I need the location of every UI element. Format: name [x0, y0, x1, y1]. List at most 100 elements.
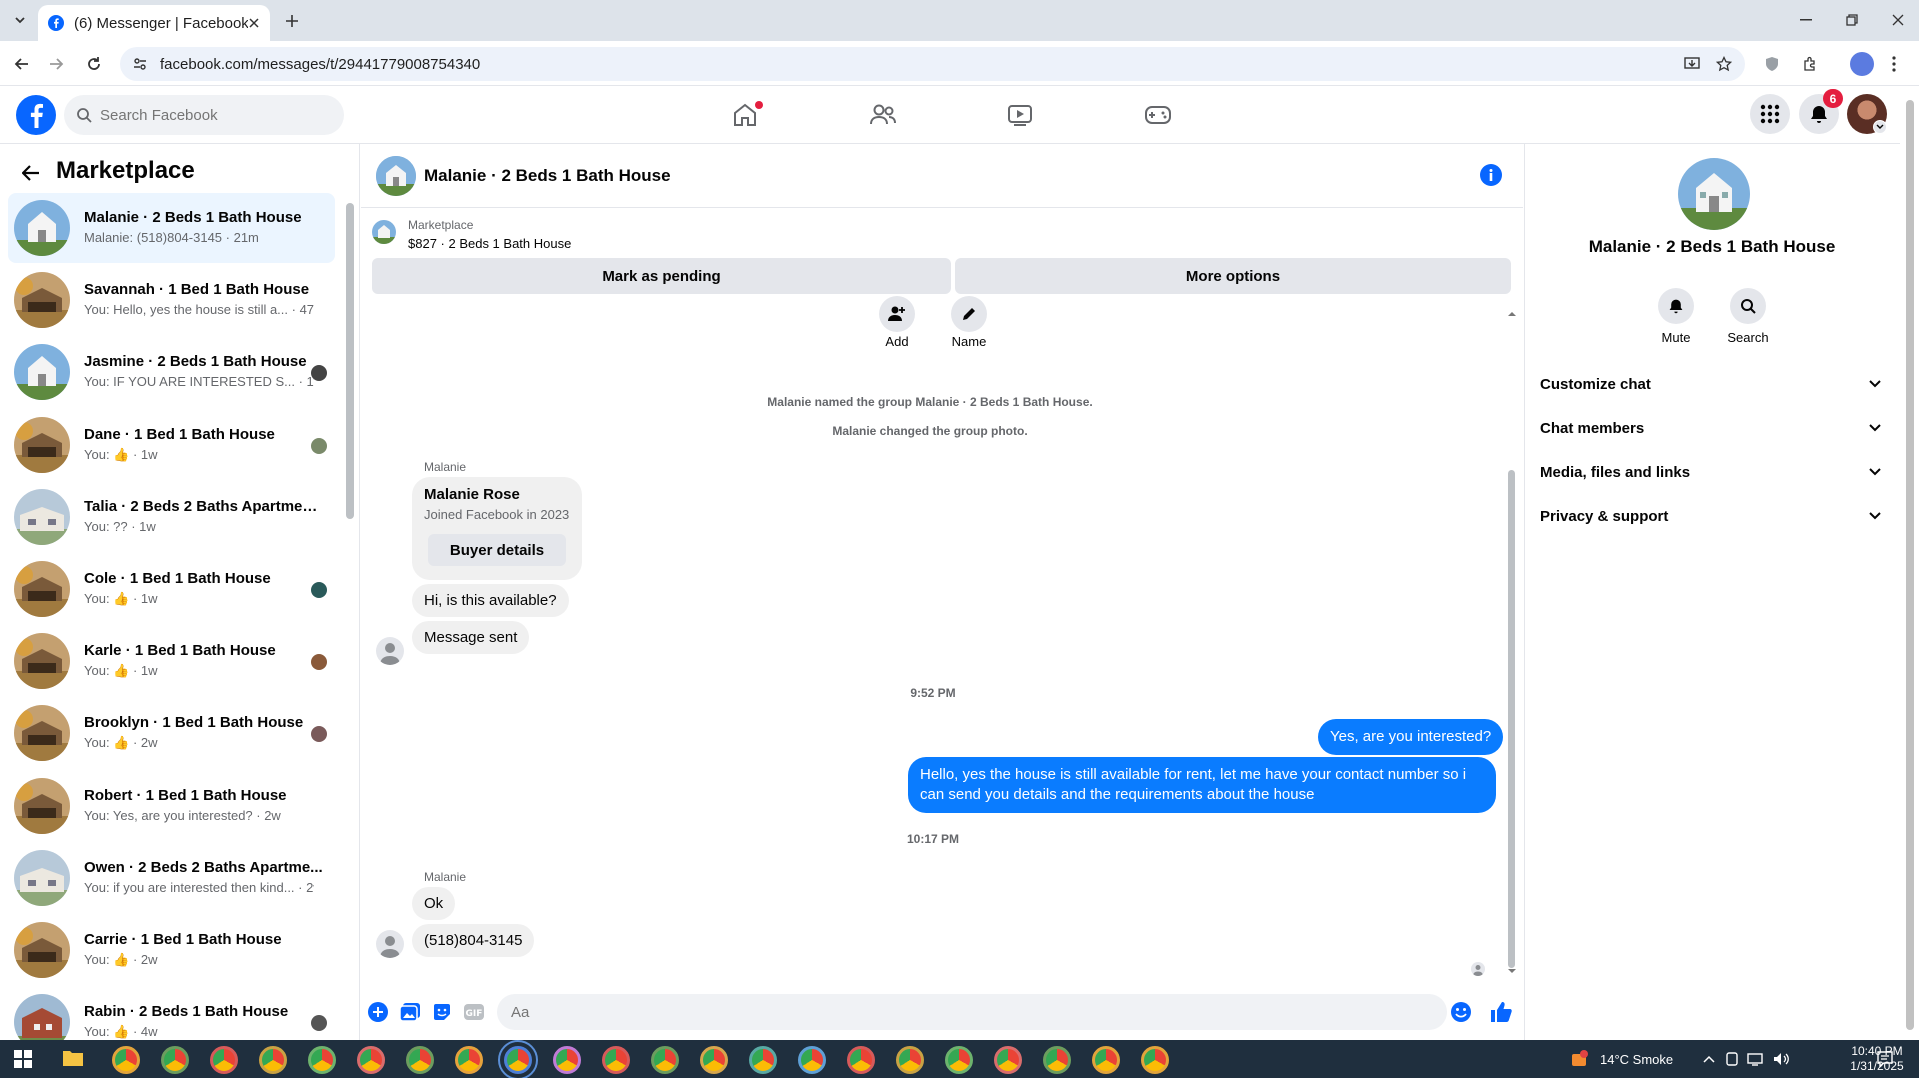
nav-gaming-icon[interactable]	[1138, 99, 1178, 131]
install-app-icon[interactable]	[1680, 52, 1704, 76]
conversation-item[interactable]: Carrie · 1 Bed 1 Bath House You: 👍 · 2w	[8, 915, 335, 985]
network-icon[interactable]	[1747, 1052, 1765, 1066]
taskbar-chrome-profile-icon[interactable]	[1141, 1046, 1169, 1074]
taskbar-chrome-profile-icon[interactable]	[798, 1046, 826, 1074]
browser-profile-avatar[interactable]	[1850, 52, 1874, 76]
weather-text[interactable]: 14°C Smoke	[1600, 1052, 1673, 1067]
taskbar-chrome-profile-icon[interactable]	[210, 1046, 238, 1074]
bookmark-star-icon[interactable]	[1712, 52, 1736, 76]
tab-close-icon[interactable]	[248, 17, 260, 29]
conversation-info-icon[interactable]	[1480, 164, 1502, 186]
site-info-icon[interactable]	[132, 56, 148, 72]
message-bubble-incoming[interactable]: (518)804-3145	[412, 924, 535, 957]
taskbar-chrome-profile-icon[interactable]	[847, 1046, 875, 1074]
conversation-item[interactable]: Dane · 1 Bed 1 Bath House You: 👍 · 1w	[8, 410, 335, 480]
windows-start-icon[interactable]	[14, 1050, 32, 1068]
file-explorer-icon[interactable]	[62, 1048, 84, 1068]
gif-icon[interactable]: GIF	[462, 1000, 486, 1024]
name-group-button[interactable]	[951, 296, 987, 332]
taskbar-chrome-profile-icon[interactable]	[553, 1046, 581, 1074]
taskbar-chrome-profile-icon[interactable]	[259, 1046, 287, 1074]
taskbar-chrome-profile-icon[interactable]	[945, 1046, 973, 1074]
buyer-details-button[interactable]: Buyer details	[428, 534, 566, 566]
weather-icon[interactable]	[1570, 1050, 1590, 1068]
taskbar-chrome-profile-icon[interactable]	[498, 1040, 538, 1078]
extensions-puzzle-icon[interactable]	[1798, 52, 1822, 76]
new-tab-icon[interactable]	[280, 9, 304, 33]
details-section-row[interactable]: Customize chat	[1540, 364, 1890, 404]
close-window-icon[interactable]	[1885, 8, 1911, 32]
chat-avatar[interactable]	[376, 156, 416, 196]
sender-avatar[interactable]	[376, 930, 404, 958]
details-section-row[interactable]: Media, files and links	[1540, 452, 1890, 492]
taskbar-chrome-profile-icon[interactable]	[994, 1046, 1022, 1074]
menu-grid-button[interactable]	[1750, 94, 1790, 134]
chat-scroll-down-icon[interactable]	[1507, 967, 1517, 975]
message-input-container[interactable]	[497, 994, 1447, 1030]
message-input[interactable]	[511, 1003, 1391, 1021]
sender-avatar[interactable]	[376, 637, 404, 665]
taskbar-chrome-profile-icon[interactable]	[602, 1046, 630, 1074]
facebook-search[interactable]	[64, 95, 344, 135]
nav-video-icon[interactable]	[1000, 99, 1040, 131]
chat-title[interactable]: Malanie · 2 Beds 1 Bath House	[424, 166, 671, 186]
conversation-item[interactable]: Brooklyn · 1 Bed 1 Bath House You: 👍 · 2w	[8, 698, 335, 768]
shield-extension-icon[interactable]	[1760, 52, 1784, 76]
taskbar-chrome-profile-icon[interactable]	[308, 1046, 336, 1074]
back-arrow-icon[interactable]	[18, 160, 44, 186]
meet-now-icon[interactable]	[1725, 1052, 1739, 1066]
notification-center-icon[interactable]	[1876, 1050, 1894, 1068]
details-section-row[interactable]: Privacy & support	[1540, 496, 1890, 536]
browser-tab-active[interactable]: (6) Messenger | Facebook	[38, 5, 270, 41]
message-bubble-outgoing[interactable]: Hello, yes the house is still available …	[908, 757, 1496, 813]
nav-friends-icon[interactable]	[863, 99, 903, 131]
volume-icon[interactable]	[1773, 1052, 1791, 1066]
emoji-icon[interactable]	[1449, 1000, 1473, 1024]
taskbar-chrome-profile-icon[interactable]	[161, 1046, 189, 1074]
message-bubble-outgoing[interactable]: Yes, are you interested?	[1318, 719, 1504, 755]
add-member-button[interactable]	[879, 296, 915, 332]
conversation-item[interactable]: Jasmine · 2 Beds 1 Bath House You: IF YOU…	[8, 337, 335, 407]
mark-as-pending-button[interactable]: Mark as pending	[372, 258, 951, 294]
forward-icon[interactable]	[44, 52, 68, 76]
search-action[interactable]: Search	[1718, 288, 1778, 345]
conversation-item[interactable]: Savannah · 1 Bed 1 Bath House You: Hello,…	[8, 265, 335, 335]
conversation-item[interactable]: Karle · 1 Bed 1 Bath House You: 👍 · 1w	[8, 626, 335, 696]
more-actions-plus-icon[interactable]	[366, 1000, 390, 1024]
restore-icon[interactable]	[1839, 8, 1865, 32]
back-icon[interactable]	[10, 52, 34, 76]
browser-menu-icon[interactable]	[1886, 52, 1902, 76]
more-options-button[interactable]: More options	[955, 258, 1511, 294]
message-bubble-incoming[interactable]: Hi, is this available?	[412, 584, 569, 617]
minimize-icon[interactable]	[1793, 8, 1819, 32]
mute-action[interactable]: Mute	[1646, 288, 1706, 345]
attach-photo-icon[interactable]	[398, 1000, 422, 1024]
listing-thumbnail[interactable]	[372, 220, 396, 244]
page-scroll-thumb[interactable]	[1906, 100, 1914, 1030]
message-bubble-incoming[interactable]: Message sent	[412, 621, 530, 654]
taskbar-chrome-profile-icon[interactable]	[406, 1046, 434, 1074]
details-section-row[interactable]: Chat members	[1540, 408, 1890, 448]
conversation-item[interactable]: Robert · 1 Bed 1 Bath House You: Yes, are…	[8, 771, 335, 841]
facebook-logo-icon[interactable]	[16, 95, 56, 135]
thumbs-up-send-icon[interactable]	[1489, 1000, 1513, 1024]
taskbar-chrome-profile-icon[interactable]	[651, 1046, 679, 1074]
reload-icon[interactable]	[82, 52, 106, 76]
conversation-list-scroll-thumb[interactable]	[346, 203, 354, 519]
nav-home-icon[interactable]	[725, 99, 765, 131]
banner-listing[interactable]: $827 · 2 Beds 1 Bath House	[408, 236, 571, 251]
facebook-search-input[interactable]	[100, 106, 300, 124]
taskbar-chrome-profile-icon[interactable]	[749, 1046, 777, 1074]
taskbar-chrome-profile-icon[interactable]	[357, 1046, 385, 1074]
details-avatar[interactable]	[1678, 158, 1750, 230]
tray-chevron-up-icon[interactable]	[1703, 1055, 1715, 1063]
sticker-icon[interactable]	[430, 1000, 454, 1024]
taskbar-chrome-profile-icon[interactable]	[700, 1046, 728, 1074]
chat-scroll-up-icon[interactable]	[1507, 310, 1517, 318]
message-bubble-incoming[interactable]: Ok	[412, 887, 456, 920]
taskbar-chrome-profile-icon[interactable]	[1043, 1046, 1071, 1074]
tab-search-icon[interactable]	[8, 8, 32, 32]
taskbar-chrome-profile-icon[interactable]	[112, 1046, 140, 1074]
conversation-item[interactable]: Cole · 1 Bed 1 Bath House You: 👍 · 1w	[8, 554, 335, 624]
conversation-item[interactable]: Owen · 2 Beds 2 Baths Apartme... You: if …	[8, 843, 335, 913]
